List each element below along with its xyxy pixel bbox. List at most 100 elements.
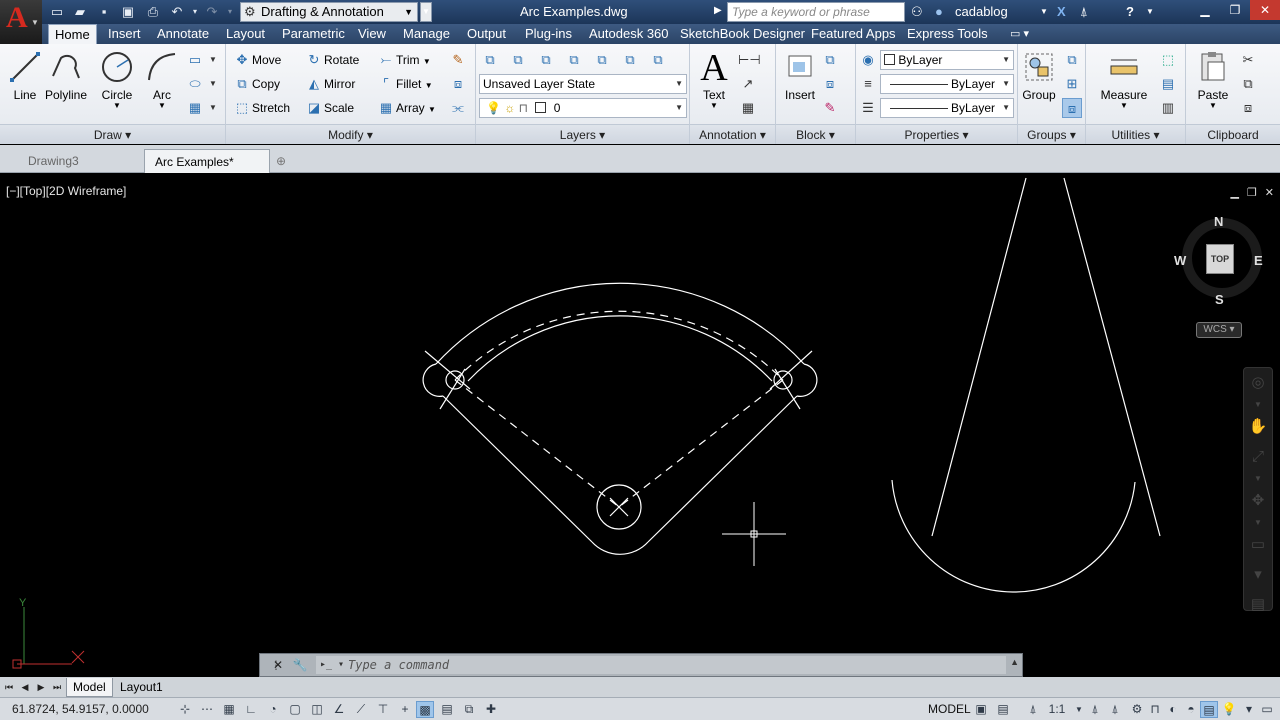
hatch-dropdown-icon[interactable]: ▼ <box>203 98 223 118</box>
qat-customize-button[interactable]: ▼ <box>420 2 432 22</box>
exchange-icon[interactable]: X <box>1057 3 1066 21</box>
transparency-icon[interactable]: ▩ <box>416 701 434 718</box>
layer-state-dropdown[interactable]: Unsaved Layer State ▼ <box>479 74 687 94</box>
create-block-icon[interactable]: ⧉ <box>820 50 840 70</box>
layer-states-icon[interactable]: ⧉ <box>508 50 528 70</box>
circle-button[interactable]: Circle ▼ <box>92 48 142 118</box>
tab-plugins[interactable]: Plug-ins <box>519 24 578 44</box>
zoom-extents-icon[interactable]: ⤢ <box>1244 442 1272 472</box>
tab-output[interactable]: Output <box>461 24 512 44</box>
save-as-icon[interactable]: ▣ <box>119 3 137 21</box>
inner-slot-arc[interactable] <box>467 315 773 382</box>
insert-button[interactable]: Insert <box>778 48 822 118</box>
left-center-mark[interactable] <box>424 350 471 390</box>
lock-ui-icon[interactable]: ⊓ <box>1146 701 1164 718</box>
layers-panel-title[interactable]: Layers ▾ <box>476 124 689 144</box>
rotate-button[interactable]: ↻ Rotate <box>304 49 360 71</box>
tab-sketchbook-designer[interactable]: SketchBook Designer <box>674 24 811 44</box>
file-tab-arc-examples[interactable]: Arc Examples* ✕ <box>144 149 270 193</box>
edit-block-icon[interactable]: ⧈ <box>820 74 840 94</box>
linetype-dropdown[interactable]: ByLayer ▼ <box>880 98 1014 118</box>
file-tab-drawing3[interactable]: Drawing3 <box>18 149 142 173</box>
utilities-panel-title[interactable]: Utilities ▾ <box>1086 124 1185 144</box>
right-tangent-line[interactable] <box>1063 177 1161 537</box>
steering-wheel-dropdown-icon[interactable]: ▼ <box>1244 398 1272 412</box>
table-icon[interactable]: ▦ <box>738 98 758 118</box>
scale-button[interactable]: ◪ Scale <box>304 97 354 119</box>
tab-manage[interactable]: Manage <box>397 24 456 44</box>
hide-objects-lightbulb-icon[interactable]: 💡 <box>1220 701 1238 718</box>
edit-attributes-icon[interactable]: ✎ <box>820 98 840 118</box>
orbit-dropdown-icon[interactable]: ▼ <box>1244 516 1272 530</box>
model-tab[interactable]: Model <box>66 678 113 697</box>
rectangle-icon[interactable]: ▭ <box>185 50 205 70</box>
layer-dropdown[interactable]: 💡 ☼ ⊓ 0 ▼ <box>479 98 687 118</box>
group-selection-icon[interactable]: ⧈ <box>1062 98 1082 118</box>
right-centerline[interactable] <box>618 379 784 508</box>
restore-icon[interactable]: ❐ <box>1220 0 1250 20</box>
right-slot-end[interactable] <box>796 363 818 397</box>
offset-icon[interactable]: ⫘ <box>448 98 468 118</box>
tab-featured-apps[interactable]: Featured Apps <box>805 24 902 44</box>
annotation-visibility-icon[interactable]: ⍋ <box>1086 701 1104 718</box>
customize-command-wrench-icon[interactable]: 🔧 <box>292 657 308 673</box>
leader-icon[interactable]: ↗ <box>738 74 758 94</box>
tab-autodesk-360[interactable]: Autodesk 360 <box>583 24 675 44</box>
quick-view-layouts-icon[interactable]: ▣ <box>972 701 990 718</box>
copy-button[interactable]: ⧉ Copy <box>232 73 280 95</box>
last-layout-icon[interactable]: ⏭ <box>50 679 64 695</box>
quick-properties-icon[interactable]: ▤ <box>438 701 456 718</box>
groups-panel-title[interactable]: Groups ▾ <box>1018 124 1085 144</box>
copy-clip-icon[interactable]: ⧉ <box>1238 74 1258 94</box>
ribbon-minimize-icon[interactable]: ▭ ▾ <box>1004 24 1035 44</box>
command-history-icon[interactable]: ▲ <box>1010 657 1019 667</box>
center-arc[interactable] <box>454 310 784 381</box>
compass-south[interactable]: S <box>1215 292 1224 307</box>
tab-parametric[interactable]: Parametric <box>276 24 351 44</box>
undo-icon[interactable]: ↶ <box>168 3 186 21</box>
layer-isolate-icon[interactable]: ⧉ <box>536 50 556 70</box>
block-panel-title[interactable]: Block ▾ <box>776 124 855 144</box>
hardware-acceleration-icon[interactable]: ◓ <box>1182 701 1200 718</box>
explode-icon[interactable]: ⧈ <box>448 74 468 94</box>
object-snap-icon[interactable]: ▢ <box>286 701 304 718</box>
steering-wheel-icon[interactable]: ◎ <box>1244 368 1272 398</box>
grid-display-icon[interactable]: ▦ <box>220 701 238 718</box>
close-icon[interactable]: ✕ <box>1250 0 1280 20</box>
compass-west[interactable]: W <box>1174 253 1186 268</box>
showmotion-icon[interactable]: ▭ <box>1244 530 1272 560</box>
copy-link-icon[interactable]: ⧈ <box>1238 98 1258 118</box>
tab-home[interactable]: Home <box>48 24 97 44</box>
clean-screen-icon[interactable]: ▭ <box>1258 701 1276 718</box>
orbit-icon[interactable]: ✥ <box>1244 486 1272 516</box>
next-layout-icon[interactable]: ▶ <box>34 679 48 695</box>
modify-panel-title[interactable]: Modify ▾ <box>226 124 475 144</box>
user-name[interactable]: cadablog <box>955 3 1008 21</box>
fillet-button[interactable]: ⌜ Fillet ▼ <box>376 73 433 95</box>
3d-osnap-icon[interactable]: ◫ <box>308 701 326 718</box>
ortho-mode-icon[interactable]: ∟ <box>242 701 260 718</box>
layer-off-icon[interactable]: ⧉ <box>592 50 612 70</box>
layout1-tab[interactable]: Layout1 <box>114 678 169 697</box>
quickcalc-icon[interactable]: ▤ <box>1158 74 1178 94</box>
quick-view-drawings-icon[interactable]: ▤ <box>994 701 1012 718</box>
viewcube[interactable]: TOP N S E W <box>1174 214 1264 307</box>
wcs-menu[interactable]: WCS ▾ <box>1196 322 1242 338</box>
group-button[interactable]: Group <box>1018 48 1060 118</box>
print-icon[interactable]: ⎙ <box>144 3 162 21</box>
workspace-switching-icon[interactable]: ⚙ <box>1128 701 1146 718</box>
right-arm-line[interactable] <box>647 395 798 543</box>
annotation-scale-value[interactable]: 1:1 <box>1044 701 1070 718</box>
left-tangent-line[interactable] <box>931 177 1027 537</box>
cursor-coordinates[interactable]: 61.8724, 54.9157, 0.0000 <box>12 702 149 716</box>
tangent-arc[interactable] <box>891 479 1136 593</box>
help-dropdown-icon[interactable]: ▼ <box>1146 3 1154 21</box>
dimension-icon[interactable]: ⊢⊣ <box>738 50 761 70</box>
left-slot-end[interactable] <box>422 363 444 397</box>
redo-icon[interactable]: ↷ <box>203 3 221 21</box>
text-button[interactable]: A Text ▼ <box>692 48 736 118</box>
tab-express-tools[interactable]: Express Tools <box>901 24 994 44</box>
user-dropdown-icon[interactable]: ▼ <box>1040 3 1048 21</box>
auto-scale-icon[interactable]: ⍋ <box>1106 701 1124 718</box>
tab-layout[interactable]: Layout <box>220 24 271 44</box>
